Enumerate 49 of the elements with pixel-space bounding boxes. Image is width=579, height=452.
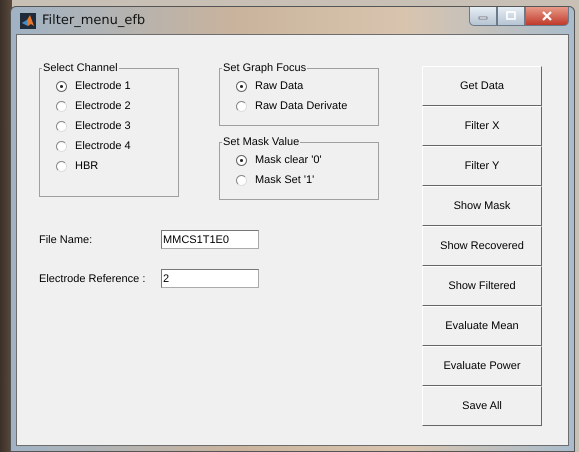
window-title: Filter_menu_efb [42,13,146,28]
radio-label: Electrode 1 [75,80,131,92]
radio-label: Raw Data [255,80,304,92]
field-label: File Name: [39,234,94,246]
radio-button[interactable] [56,140,67,152]
radio-label: Raw Data Derivate [255,100,348,112]
radio-button[interactable] [56,120,67,132]
action-button[interactable]: Evaluate Power [422,346,542,386]
radio-button[interactable] [56,80,67,92]
close-icon [541,11,553,21]
radio-label: Electrode 3 [75,120,131,132]
close-button[interactable] [525,7,569,26]
radio-button[interactable] [56,100,67,112]
action-button[interactable]: Get Data [422,66,542,106]
text-field[interactable]: 2 [161,269,259,288]
radio-label: HBR [75,160,98,172]
maximize-button[interactable] [497,7,525,26]
radio-label: Electrode 2 [75,100,131,112]
action-button[interactable]: Save All [422,386,542,426]
radio-option[interactable]: Electrode 4 [56,136,178,156]
radio-option[interactable]: Raw Data [236,76,378,96]
radio-option[interactable]: Electrode 1 [56,76,178,96]
radio-button[interactable] [56,160,67,172]
radio-label: Electrode 4 [75,140,131,152]
text-field[interactable]: MMCS1T1E0 [161,230,259,249]
radio-option[interactable]: Mask clear '0' [236,150,378,170]
group-title: Select Channel [42,62,119,74]
minimize-button[interactable] [469,7,497,26]
action-button[interactable]: Show Filtered [422,266,542,306]
action-button[interactable]: Show Mask [422,186,542,226]
action-button[interactable]: Show Recovered [422,226,542,266]
radio-label: Mask Set '1' [255,174,314,186]
action-button[interactable]: Filter X [422,106,542,146]
group-title: Set Graph Focus [222,62,308,74]
radio-button[interactable] [236,174,247,186]
radio-option[interactable]: Electrode 2 [56,96,178,116]
maximize-icon [505,11,517,21]
radio-option[interactable]: Mask Set '1' [236,170,378,190]
radio-label: Mask clear '0' [255,154,322,166]
field-label: Electrode Reference : [39,272,146,284]
radio-option[interactable]: Raw Data Derivate [236,96,378,116]
radio-button[interactable] [236,154,247,166]
action-button[interactable]: Evaluate Mean [422,306,542,346]
radio-button[interactable] [236,100,247,112]
action-button[interactable]: Filter Y [422,146,542,186]
radio-option[interactable]: Electrode 3 [56,116,178,136]
radio-button[interactable] [236,80,247,92]
radio-option[interactable]: HBR [56,156,178,176]
group-title: Set Mask Value [222,136,300,148]
